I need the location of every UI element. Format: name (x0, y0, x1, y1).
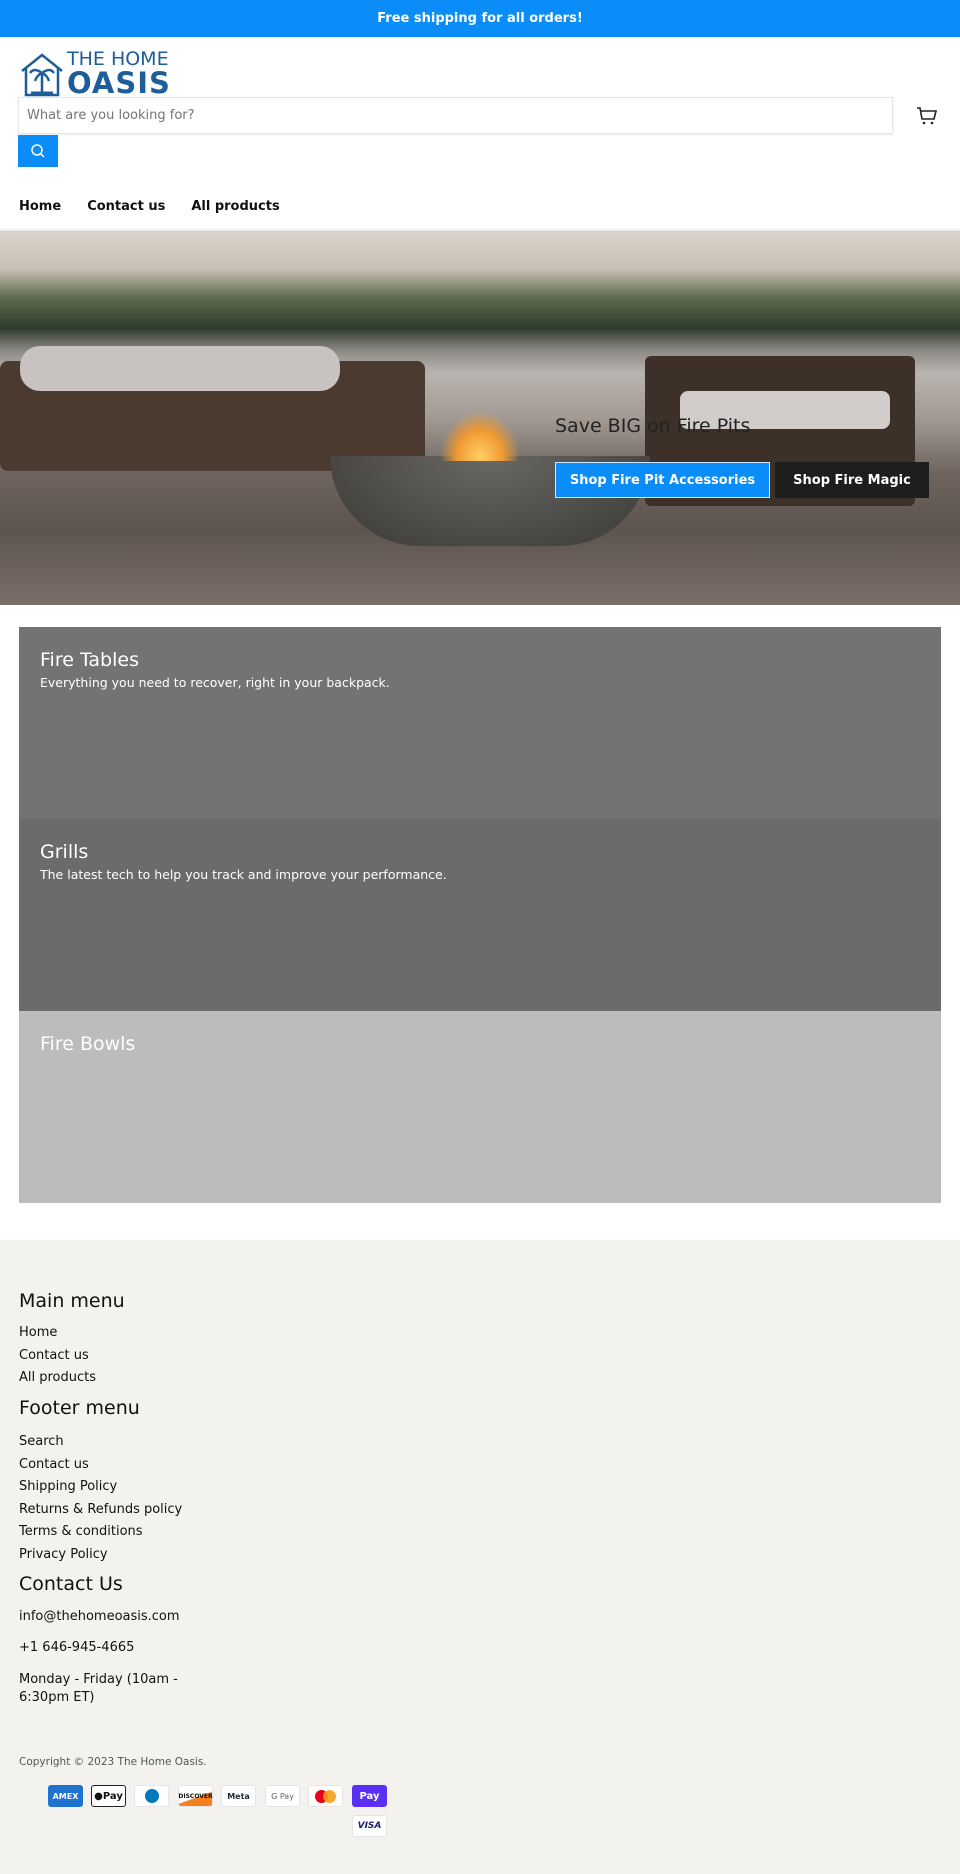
diners-club-icon (134, 1785, 169, 1807)
shop-fire-magic-button[interactable]: Shop Fire Magic (775, 462, 929, 498)
mastercard-icon (308, 1785, 343, 1807)
footer-link-all-products[interactable]: All products (19, 1370, 96, 1385)
footer-link-contact-us[interactable]: Contact us (19, 1348, 89, 1363)
footer-link-search[interactable]: Search (19, 1434, 64, 1449)
visa-icon: VISA (352, 1815, 387, 1837)
discover-icon: DISCOVER (178, 1785, 213, 1807)
collection-title: Grills (40, 841, 89, 863)
hero-image-cushion (20, 346, 340, 391)
house-palm-icon (21, 53, 63, 97)
hero-banner: Save BIG on Fire Pits Shop Fire Pit Acce… (0, 231, 960, 605)
shop-fire-pit-accessories-button[interactable]: Shop Fire Pit Accessories (555, 462, 770, 498)
footer-link-contact[interactable]: Contact us (19, 1457, 89, 1472)
collection-card-grills[interactable]: Grills The latest tech to help you track… (19, 819, 941, 1011)
cart-button[interactable] (915, 104, 939, 132)
footer: Main menu Home Contact us All products F… (0, 1240, 960, 1874)
collection-card-fire-bowls[interactable]: Fire Bowls (19, 1011, 941, 1203)
logo-line2: OASIS (67, 66, 171, 100)
footer-link-shipping[interactable]: Shipping Policy (19, 1479, 117, 1494)
nav-contact-us[interactable]: Contact us (87, 199, 165, 214)
copyright: Copyright © 2023 The Home Oasis. (19, 1756, 207, 1768)
collection-title: Fire Bowls (40, 1033, 136, 1055)
contact-email[interactable]: info@thehomeoasis.com (19, 1609, 180, 1624)
cart-icon (917, 107, 938, 125)
search-icon (31, 144, 45, 158)
search-input[interactable] (18, 97, 893, 134)
apple-icon: ● (94, 1790, 103, 1802)
footer-link-terms[interactable]: Terms & conditions (19, 1524, 143, 1539)
main-menu-heading: Main menu (19, 1290, 125, 1312)
collection-title: Fire Tables (40, 649, 139, 671)
nav-all-products[interactable]: All products (191, 199, 279, 214)
amex-icon: AMEX (48, 1785, 83, 1807)
collection-description: Everything you need to recover, right in… (40, 675, 390, 690)
announcement-text: Free shipping for all orders! (377, 11, 583, 26)
search-button[interactable] (18, 135, 58, 167)
hero-title: Save BIG on Fire Pits (555, 415, 751, 437)
logo[interactable]: THE HOME OASIS (19, 50, 171, 100)
footer-menu-heading: Footer menu (19, 1397, 140, 1419)
fire-icon (440, 411, 520, 461)
footer-link-home[interactable]: Home (19, 1325, 57, 1340)
main-nav: Home Contact us All products (19, 199, 280, 214)
nav-home[interactable]: Home (19, 199, 61, 214)
announcement-bar: Free shipping for all orders! (0, 0, 960, 37)
google-pay-icon: G Pay (265, 1785, 300, 1807)
shop-pay-icon: Pay (352, 1785, 387, 1807)
apple-pay-icon: ● Pay (91, 1785, 126, 1807)
meta-pay-icon: Meta (221, 1785, 256, 1807)
footer-link-returns[interactable]: Returns & Refunds policy (19, 1502, 182, 1517)
collection-card-fire-tables[interactable]: Fire Tables Everything you need to recov… (19, 627, 941, 819)
footer-link-privacy[interactable]: Privacy Policy (19, 1547, 108, 1562)
contact-heading: Contact Us (19, 1573, 123, 1595)
contact-hours: Monday - Friday (10am - 6:30pm ET) (19, 1672, 178, 1705)
contact-phone[interactable]: +1 646-945-4665 (19, 1640, 134, 1655)
collection-description: The latest tech to help you track and im… (40, 867, 447, 882)
